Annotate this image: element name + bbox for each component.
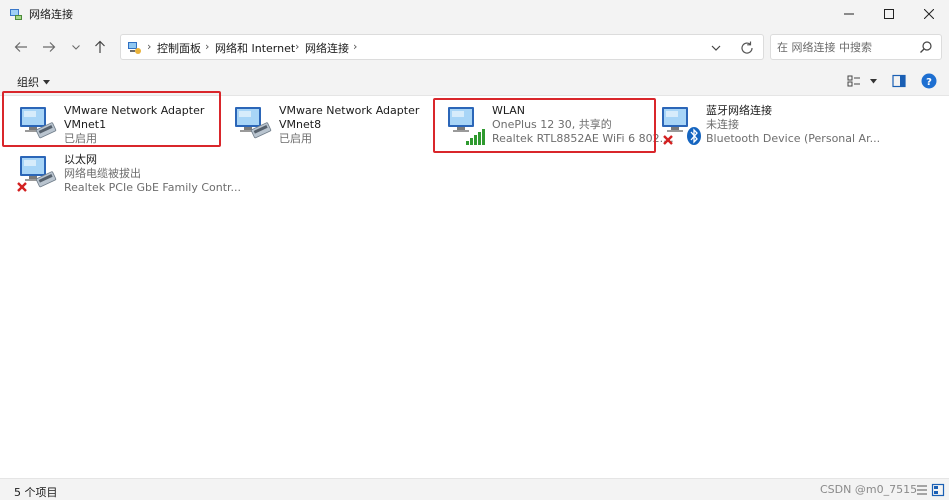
breadcrumb-separator-icon: › [205, 40, 210, 53]
bluetooth-adapter-icon [662, 107, 701, 145]
connection-status: 已启用 [64, 132, 97, 145]
connection-item-ethernet[interactable]: 以太网 网络电缆被拔出 Realtek PCIe GbE Family Cont… [12, 151, 241, 201]
organize-label: 组织 [17, 76, 39, 89]
search-icon[interactable] [919, 40, 933, 54]
connection-item-wlan[interactable]: WLAN OnePlus 12 30, 共享的 Realtek RTL8852A… [440, 102, 674, 152]
caret-down-icon [870, 78, 877, 83]
connection-name: VMware Network Adapter [279, 104, 420, 117]
title-bar: 网络连接 [0, 0, 949, 28]
connection-item-bluetooth[interactable]: 蓝牙网络连接 未连接 Bluetooth Device (Personal Ar… [654, 102, 880, 152]
connections-list: VMware Network Adapter VMnet1 已启用 VMware… [0, 91, 949, 477]
address-bar[interactable]: › 控制面板 › 网络和 Internet › 网络连接 › [120, 34, 764, 60]
connection-item-vmnet8[interactable]: VMware Network Adapter VMnet8 已启用 [227, 102, 427, 152]
disconnected-x-icon [663, 135, 673, 145]
change-view-button[interactable] [847, 73, 877, 89]
command-bar: 组织 ? [0, 66, 949, 96]
up-button[interactable] [90, 37, 110, 57]
search-box[interactable] [770, 34, 942, 60]
details-view-icon[interactable] [915, 483, 929, 497]
connection-device: VMnet8 [279, 118, 322, 131]
close-icon [924, 9, 934, 19]
connection-device: Bluetooth Device (Personal Ar... [706, 132, 881, 145]
caret-down-icon [43, 79, 50, 84]
connection-item-vmnet1[interactable]: VMware Network Adapter VMnet1 已启用 [12, 102, 220, 152]
preview-pane-icon [892, 74, 906, 88]
ethernet-adapter-icon [20, 107, 57, 139]
recent-locations-button[interactable] [66, 37, 86, 57]
view-options-icon [847, 75, 860, 87]
breadcrumb-separator-icon: › [147, 40, 152, 53]
window-controls [829, 0, 949, 28]
close-button[interactable] [909, 0, 949, 28]
wifi-adapter-icon [448, 107, 485, 145]
item-count: 5 个项目 [14, 486, 58, 499]
connection-device: Realtek PCIe GbE Family Contr... [64, 181, 242, 194]
refresh-icon[interactable] [739, 40, 755, 56]
connection-device: Realtek RTL8852AE WiFi 6 802.... [492, 132, 674, 145]
connection-status: 已启用 [279, 132, 312, 145]
connection-name: VMware Network Adapter [64, 104, 205, 117]
breadcrumb-network-internet[interactable]: 网络和 Internet [215, 40, 295, 56]
connection-device: VMnet1 [64, 118, 107, 131]
maximize-button[interactable] [869, 0, 909, 28]
arrow-up-icon [95, 40, 105, 53]
status-bar: 5 个项目 CSDN @m0_7515 [0, 478, 949, 500]
watermark: CSDN @m0_7515 [820, 483, 918, 496]
network-connections-app-icon [10, 9, 22, 20]
disconnected-x-icon [17, 182, 27, 192]
organize-menu-button[interactable]: 组织 [17, 74, 50, 90]
connection-network: OnePlus 12 30, 共享的 [492, 118, 612, 131]
control-panel-icon [128, 42, 141, 54]
svg-text:?: ? [926, 77, 932, 88]
back-button[interactable] [11, 37, 31, 57]
connection-name: 蓝牙网络连接 [706, 104, 772, 117]
tiles-view-icon[interactable] [931, 483, 945, 497]
bluetooth-icon [687, 127, 701, 145]
ethernet-adapter-icon [235, 107, 272, 139]
breadcrumb-network-connections[interactable]: 网络连接 [305, 40, 349, 56]
connection-status: 未连接 [706, 118, 739, 131]
forward-button[interactable] [39, 37, 59, 57]
search-input[interactable] [777, 39, 915, 55]
ethernet-adapter-icon [17, 156, 57, 192]
chevron-down-icon [72, 45, 80, 50]
minimize-icon [844, 13, 854, 15]
maximize-icon [884, 9, 894, 19]
chevron-down-icon[interactable] [709, 41, 723, 55]
navigation-bar: › 控制面板 › 网络和 Internet › 网络连接 › [0, 28, 949, 66]
window-title: 网络连接 [29, 8, 73, 21]
connection-status: 网络电缆被拔出 [64, 167, 141, 180]
breadcrumb-separator-icon: › [353, 40, 358, 53]
breadcrumb-control-panel[interactable]: 控制面板 [157, 40, 201, 56]
breadcrumb-separator-icon: › [295, 40, 300, 53]
arrow-left-icon [14, 42, 27, 52]
help-icon: ? [921, 73, 937, 89]
help-button[interactable]: ? [921, 73, 937, 89]
connection-name: 以太网 [64, 153, 97, 166]
connection-name: WLAN [492, 104, 526, 117]
minimize-button[interactable] [829, 0, 869, 28]
preview-pane-button[interactable] [892, 73, 906, 89]
arrow-right-icon [43, 42, 56, 52]
